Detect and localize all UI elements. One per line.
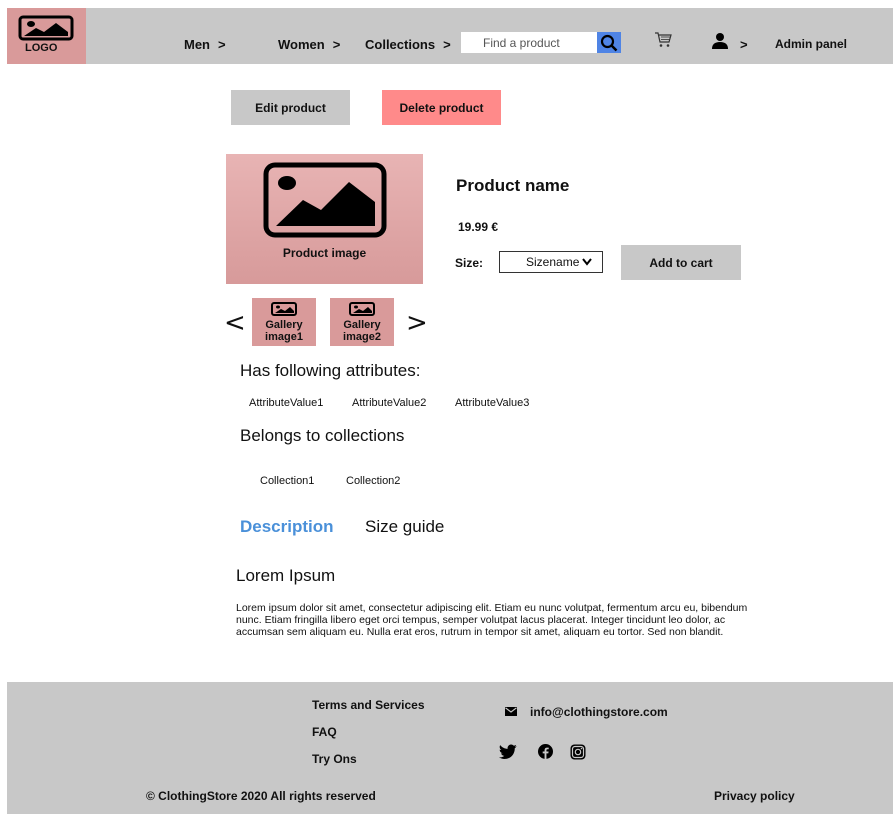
description-body: Lorem ipsum dolor sit amet, consectetur … xyxy=(236,602,748,638)
size-select[interactable]: Sizename xyxy=(499,251,603,273)
nav-men-label: Men xyxy=(184,37,210,52)
logo[interactable]: LOGO xyxy=(7,8,86,64)
user-icon[interactable] xyxy=(711,32,729,50)
collection-link[interactable]: Collection1 xyxy=(260,475,314,487)
gallery-image-label: Gallery image1 xyxy=(265,319,303,343)
copyright-text: © ClothingStore 2020 All rights reserved xyxy=(146,789,376,803)
tab-description[interactable]: Description xyxy=(240,517,334,537)
facebook-icon[interactable] xyxy=(538,744,553,759)
tab-size-guide[interactable]: Size guide xyxy=(365,517,444,537)
chevron-right-icon: > xyxy=(218,37,226,52)
gallery-image-label: Gallery image2 xyxy=(343,319,381,343)
nav-collections-label: Collections xyxy=(365,37,436,52)
instagram-icon[interactable] xyxy=(570,744,586,760)
privacy-policy-link[interactable]: Privacy policy xyxy=(714,789,795,803)
description-title: Lorem Ipsum xyxy=(236,566,336,585)
mail-icon xyxy=(505,707,517,716)
size-label: Size: xyxy=(455,256,484,270)
collection-link[interactable]: Collection2 xyxy=(346,475,400,487)
chevron-right-icon[interactable]: > xyxy=(740,37,748,52)
search-input[interactable] xyxy=(461,32,597,53)
product-name: Product name xyxy=(456,176,570,195)
attributes-heading: Has following attributes: xyxy=(240,361,421,380)
nav-collections[interactable]: Collections > xyxy=(365,37,451,52)
terms-link[interactable]: Terms and Services xyxy=(312,698,425,712)
delete-product-button[interactable]: Delete product xyxy=(382,90,501,125)
product-price: 19.99 € xyxy=(458,220,499,234)
product-image-label: Product image xyxy=(282,246,367,260)
edit-product-button[interactable]: Edit product xyxy=(231,90,350,125)
site-header: LOGO Men > Women > Collections > > Admin pa… xyxy=(7,8,893,64)
size-select-value: Sizename xyxy=(526,255,580,269)
search-box xyxy=(461,32,621,53)
gallery-image-2[interactable]: Gallery image2 xyxy=(330,298,394,346)
image-placeholder-icon xyxy=(349,302,375,316)
gallery-next-button[interactable]: > xyxy=(406,310,428,336)
collections-heading: Belongs to collections xyxy=(240,426,405,445)
add-to-cart-button[interactable]: Add to cart xyxy=(621,245,741,280)
image-placeholder-icon xyxy=(271,302,297,316)
image-placeholder-icon xyxy=(263,162,387,238)
admin-panel-link[interactable]: Admin panel xyxy=(775,37,847,51)
attribute-value: AttributeValue2 xyxy=(352,397,427,409)
cart-icon[interactable] xyxy=(654,32,672,48)
attribute-value: AttributeValue1 xyxy=(249,397,324,409)
search-button[interactable] xyxy=(597,32,621,53)
image-placeholder-icon xyxy=(18,15,74,41)
faq-link[interactable]: FAQ xyxy=(312,725,337,739)
nav-women[interactable]: Women > xyxy=(278,37,340,52)
try-ons-link[interactable]: Try Ons xyxy=(312,752,357,766)
nav-women-label: Women xyxy=(278,37,325,52)
logo-text: LOGO xyxy=(25,42,58,54)
gallery-image-1[interactable]: Gallery image1 xyxy=(252,298,316,346)
contact-email[interactable]: info@clothingstore.com xyxy=(530,705,668,719)
site-footer: Terms and Services FAQ Try Ons info@clot… xyxy=(7,682,893,814)
chevron-down-icon xyxy=(582,258,592,266)
search-icon xyxy=(600,34,618,52)
gallery-prev-button[interactable]: < xyxy=(224,310,246,336)
attribute-value: AttributeValue3 xyxy=(455,397,530,409)
product-image: Product image xyxy=(226,154,423,284)
twitter-icon[interactable] xyxy=(499,744,517,760)
chevron-right-icon: > xyxy=(332,37,341,52)
chevron-right-icon: > xyxy=(443,37,451,52)
nav-men[interactable]: Men > xyxy=(184,37,226,52)
